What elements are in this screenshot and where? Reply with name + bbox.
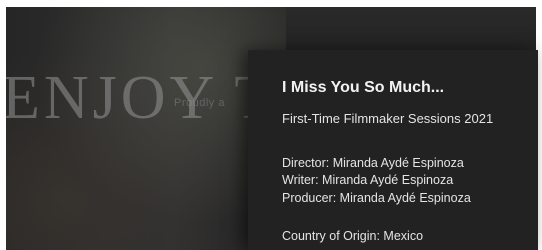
producer-credit: Producer: Miranda Aydé Espinoza: [282, 191, 471, 205]
film-title: I Miss You So Much...: [282, 79, 445, 96]
program-name: First-Time Filmmaker Sessions 2021: [282, 111, 494, 126]
country-of-origin: Country of Origin: Mexico: [282, 229, 424, 243]
director-credit: Director: Miranda Aydé Espinoza: [282, 156, 464, 170]
title-card-text: ENJOY T: [6, 64, 277, 132]
writer-credit: Writer: Miranda Aydé Espinoza: [282, 173, 454, 187]
title-card-subtext: Proudly a: [174, 97, 225, 109]
